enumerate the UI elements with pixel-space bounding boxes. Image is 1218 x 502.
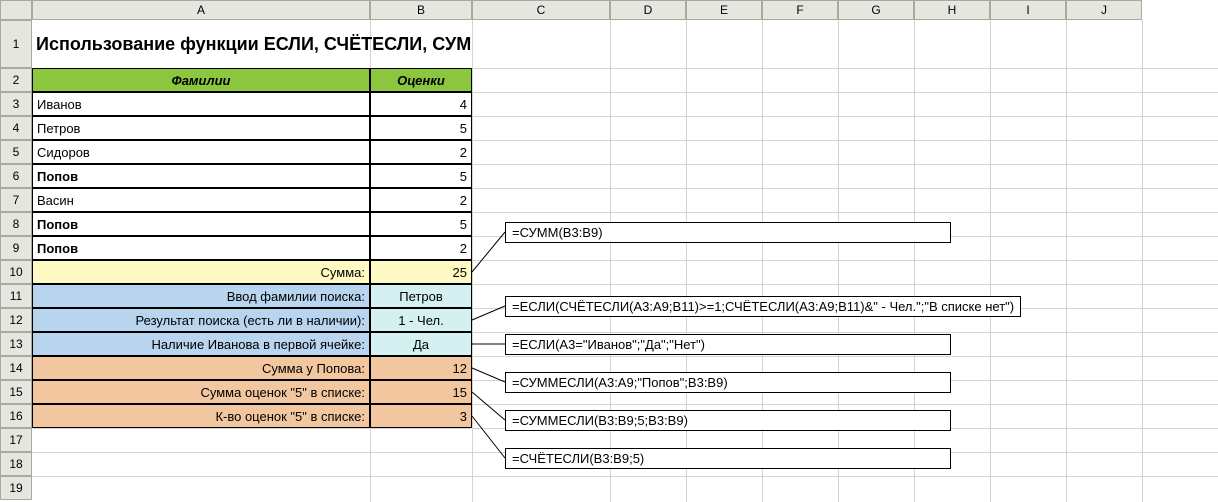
row-header-1[interactable]: 1 (0, 20, 32, 68)
row-header-16[interactable]: 16 (0, 404, 32, 428)
formula-box-countif-text: =ЕСЛИ(СЧЁТЕСЛИ(A3:A9;B11)>=1;СЧЁТЕСЛИ(A3… (505, 296, 1021, 317)
value-ivanov[interactable]: Да (370, 332, 472, 356)
cell-name[interactable]: Иванов (32, 92, 370, 116)
value-popov-sum[interactable]: 12 (370, 356, 472, 380)
label-ivanov[interactable]: Наличие Иванова в первой ячейке: (32, 332, 370, 356)
row-header-8[interactable]: 8 (0, 212, 32, 236)
header-grade[interactable]: Оценки (370, 68, 472, 92)
row-header-5[interactable]: 5 (0, 140, 32, 164)
cell-name[interactable]: Петров (32, 116, 370, 140)
cell-val[interactable]: 4 (370, 92, 472, 116)
cell-name[interactable]: Попов (32, 212, 370, 236)
row-header-18[interactable]: 18 (0, 452, 32, 476)
col-header-A[interactable]: A (32, 0, 370, 20)
cell-val[interactable]: 5 (370, 116, 472, 140)
page-title[interactable]: Использование функции ЕСЛИ, СЧЁТЕСЛИ, СУ… (32, 20, 472, 68)
value-cnt5[interactable]: 3 (370, 404, 472, 428)
col-header-G[interactable]: G (838, 0, 914, 20)
row-header-3[interactable]: 3 (0, 92, 32, 116)
label-cnt5[interactable]: К-во оценок "5" в списке: (32, 404, 370, 428)
formula-box-if-ivanov: =ЕСЛИ(A3="Иванов";"Да";"Нет") (505, 334, 951, 355)
formula-box-sumif-5: =СУММЕСЛИ(B3:B9;5;B3:B9) (505, 410, 951, 431)
label-search-result[interactable]: Результат поиска (есть ли в наличии): (32, 308, 370, 332)
formula-box-sumif-popov: =СУММЕСЛИ(A3:A9;"Попов";B3:B9) (505, 372, 951, 393)
row-header-2[interactable]: 2 (0, 68, 32, 92)
formula-box-countif-5: =СЧЁТЕСЛИ(B3:B9;5) (505, 448, 951, 469)
row-header-14[interactable]: 14 (0, 356, 32, 380)
cell-val[interactable]: 2 (370, 236, 472, 260)
col-header-H[interactable]: H (914, 0, 990, 20)
label-sum5[interactable]: Сумма оценок "5" в списке: (32, 380, 370, 404)
cell-val[interactable]: 2 (370, 188, 472, 212)
row-header-13[interactable]: 13 (0, 332, 32, 356)
row-header-15[interactable]: 15 (0, 380, 32, 404)
col-header-I[interactable]: I (990, 0, 1066, 20)
cell-val[interactable]: 2 (370, 140, 472, 164)
row-header-10[interactable]: 10 (0, 260, 32, 284)
value-search-input[interactable]: Петров (370, 284, 472, 308)
label-search-input[interactable]: Ввод фамилии поиска: (32, 284, 370, 308)
col-header-F[interactable]: F (762, 0, 838, 20)
select-all-corner[interactable] (0, 0, 32, 20)
cell-val[interactable]: 5 (370, 212, 472, 236)
col-header-E[interactable]: E (686, 0, 762, 20)
cell-name[interactable]: Попов (32, 236, 370, 260)
row-header-19[interactable]: 19 (0, 476, 32, 500)
col-header-C[interactable]: C (472, 0, 610, 20)
cell-name[interactable]: Попов (32, 164, 370, 188)
col-header-D[interactable]: D (610, 0, 686, 20)
col-header-J[interactable]: J (1066, 0, 1142, 20)
row-header-7[interactable]: 7 (0, 188, 32, 212)
value-sum5[interactable]: 15 (370, 380, 472, 404)
cell-val[interactable]: 5 (370, 164, 472, 188)
row-header-4[interactable]: 4 (0, 116, 32, 140)
col-header-B[interactable]: B (370, 0, 472, 20)
row-header-9[interactable]: 9 (0, 236, 32, 260)
header-surname[interactable]: Фамилии (32, 68, 370, 92)
row-header-17[interactable]: 17 (0, 428, 32, 452)
formula-box-sum: =СУММ(B3:B9) (505, 222, 951, 243)
label-sum[interactable]: Сумма: (32, 260, 370, 284)
row-header-12[interactable]: 12 (0, 308, 32, 332)
value-search-result[interactable]: 1 - Чел. (370, 308, 472, 332)
row-header-6[interactable]: 6 (0, 164, 32, 188)
label-popov-sum[interactable]: Сумма у Попова: (32, 356, 370, 380)
cell-name[interactable]: Сидоров (32, 140, 370, 164)
value-sum[interactable]: 25 (370, 260, 472, 284)
row-header-11[interactable]: 11 (0, 284, 32, 308)
cell-name[interactable]: Васин (32, 188, 370, 212)
